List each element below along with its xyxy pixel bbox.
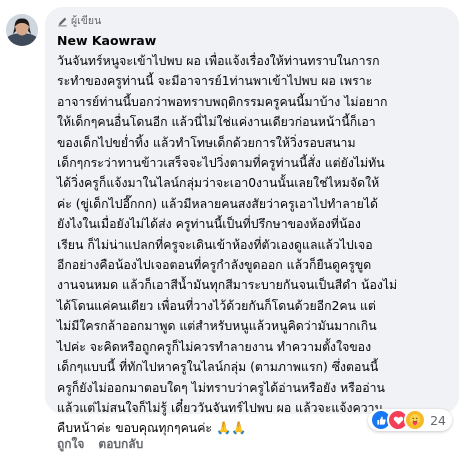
comment-line: ไปค่ะ จะคิดหรือถูกครูก็ไม่ควรทำลายงาน ทำ… xyxy=(57,339,372,354)
care-icon xyxy=(404,409,427,431)
comment-line: ครูก็ยังไม่ออกมาตอบใดๆ ไม่ทราบว่าครูได้อ… xyxy=(57,380,385,395)
like-action[interactable]: ถูกใจ xyxy=(57,435,84,454)
comment-text: วันจันทร์หนูจะเข้าไปพบ ผอ เพื่อแจ้งเรื่อ… xyxy=(57,51,447,439)
comment-line: อีกอย่างคือน้องไปเจอตอนที่ครูกำลังขูดออก… xyxy=(57,258,372,273)
comment-line: ให้เด็กๆคนอื่นโดนอีก แล้วนี่ไม่ใช่แค่งาน… xyxy=(57,115,376,130)
author-badge-label: ผู้เขียน xyxy=(71,15,102,27)
comment-line: ระทำของครูท่านนี้ จะมีอาจารย์1ท่านพาเข้า… xyxy=(57,74,373,89)
pen-icon xyxy=(58,17,67,26)
comment-line: ได้โดนแค่คนเดียว เพื่อนที่วางไว้ด้วยกันก… xyxy=(57,298,376,313)
comment-line: ยังไงในเมื่อยังไม่ได้ส่ง ครูท่านนี้เป็นท… xyxy=(57,217,361,232)
author-name[interactable]: New Kaowraw xyxy=(57,32,447,49)
reply-action[interactable]: ตอบกลับ xyxy=(98,435,143,454)
comment-line: อาจารย์ท่านนี้บอกว่าพอทราบพฤติกรรมครูคนน… xyxy=(57,94,388,109)
comment-line: เด็กๆแบบนี้ ที่ทักไปหาครูในไลน์กลุ่ม (ตา… xyxy=(57,360,379,375)
comment-actions: ถูกใจ ตอบกลับ xyxy=(57,435,143,454)
comment-line: ของเด็กไปขย่ำทิ้ง แล้วทำโทษเด็กด้วยการให… xyxy=(57,135,356,150)
avatar[interactable] xyxy=(6,14,38,46)
comment-line: งานจนหมด แล้วก็เอาสีน้ำมันทุกสีมาระบายกั… xyxy=(57,278,398,293)
comment-line: เรียน ก็ไม่น่าแปลกที่ครูจะเดินเข้าห้องที… xyxy=(57,237,373,252)
comment-bubble: ผู้เขียน New Kaowraw วันจันทร์หนูจะเข้าไ… xyxy=(45,7,459,435)
comment-line: ค่ะ (ขู่เด็กไปอี๊กกก) แล้วมีหลายคนสงสัยว… xyxy=(57,196,379,211)
comment-line: ไม่มีใครกล้าออกมาพูด แต่สำหรับหนูแล้วหนู… xyxy=(57,319,377,334)
reaction-summary[interactable]: 24 xyxy=(368,409,452,431)
comment-line: เด็กๆกระว่าทานข้าวเสร็จจะไปวิ่งตามที่ครู… xyxy=(57,156,385,171)
comment-line: ได้วิ่งครูก็แจ้งมาในไลน์กลุ่มว่าจะเอา0งา… xyxy=(57,176,380,191)
comment-line: วันจันทร์หนูจะเข้าไปพบ ผอ เพื่อแจ้งเรื่อ… xyxy=(57,54,380,68)
author-badge: ผู้เขียน xyxy=(57,14,447,28)
reaction-count: 24 xyxy=(430,412,446,428)
